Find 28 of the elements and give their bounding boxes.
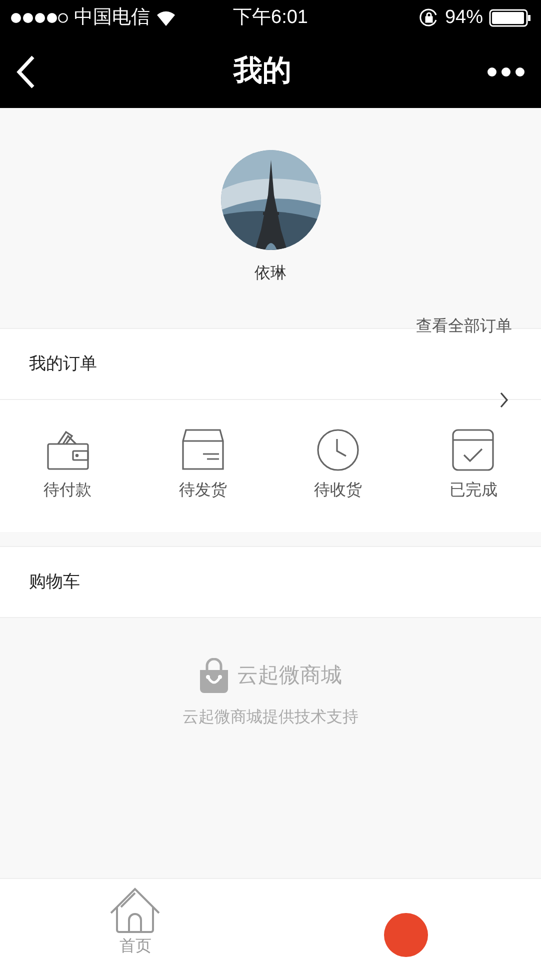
status-time: 下午6:01 bbox=[233, 6, 308, 30]
calendar-check-icon bbox=[452, 429, 494, 471]
rotation-lock-icon bbox=[418, 8, 439, 28]
shopping-bag-icon bbox=[199, 658, 229, 694]
clock-icon bbox=[317, 429, 360, 471]
order-status-button[interactable]: 待发货 bbox=[178, 429, 227, 503]
carrier-name: 中国电信 bbox=[74, 6, 150, 30]
wallet-icon bbox=[46, 429, 90, 471]
page-title: 我的 bbox=[234, 54, 292, 90]
box-icon bbox=[180, 429, 225, 471]
view-all-orders-link[interactable]: 查看全部订单 bbox=[416, 315, 512, 339]
order-status-button[interactable]: 待付款 bbox=[44, 429, 92, 503]
section-title: 购物车 bbox=[29, 571, 80, 594]
circle-icon bbox=[382, 911, 430, 959]
battery-percent: 94% bbox=[444, 6, 483, 30]
home-icon bbox=[110, 887, 160, 935]
signal-icon bbox=[10, 12, 68, 24]
wifi-icon bbox=[156, 10, 176, 26]
chevron-icon[interactable] bbox=[499, 392, 509, 408]
support-text: 云起微商城提供技术支持 bbox=[182, 708, 358, 728]
section-title: 我的订单 bbox=[29, 353, 97, 376]
order-status-button[interactable]: 待收货 bbox=[314, 429, 362, 503]
brand-name: 云起微商城 bbox=[237, 663, 342, 690]
order-status-button[interactable]: 已完成 bbox=[449, 429, 498, 503]
user-name: 依琳 bbox=[254, 264, 286, 284]
back-icon bbox=[16, 55, 36, 89]
battery-icon bbox=[489, 9, 531, 27]
more-icon bbox=[487, 67, 525, 77]
